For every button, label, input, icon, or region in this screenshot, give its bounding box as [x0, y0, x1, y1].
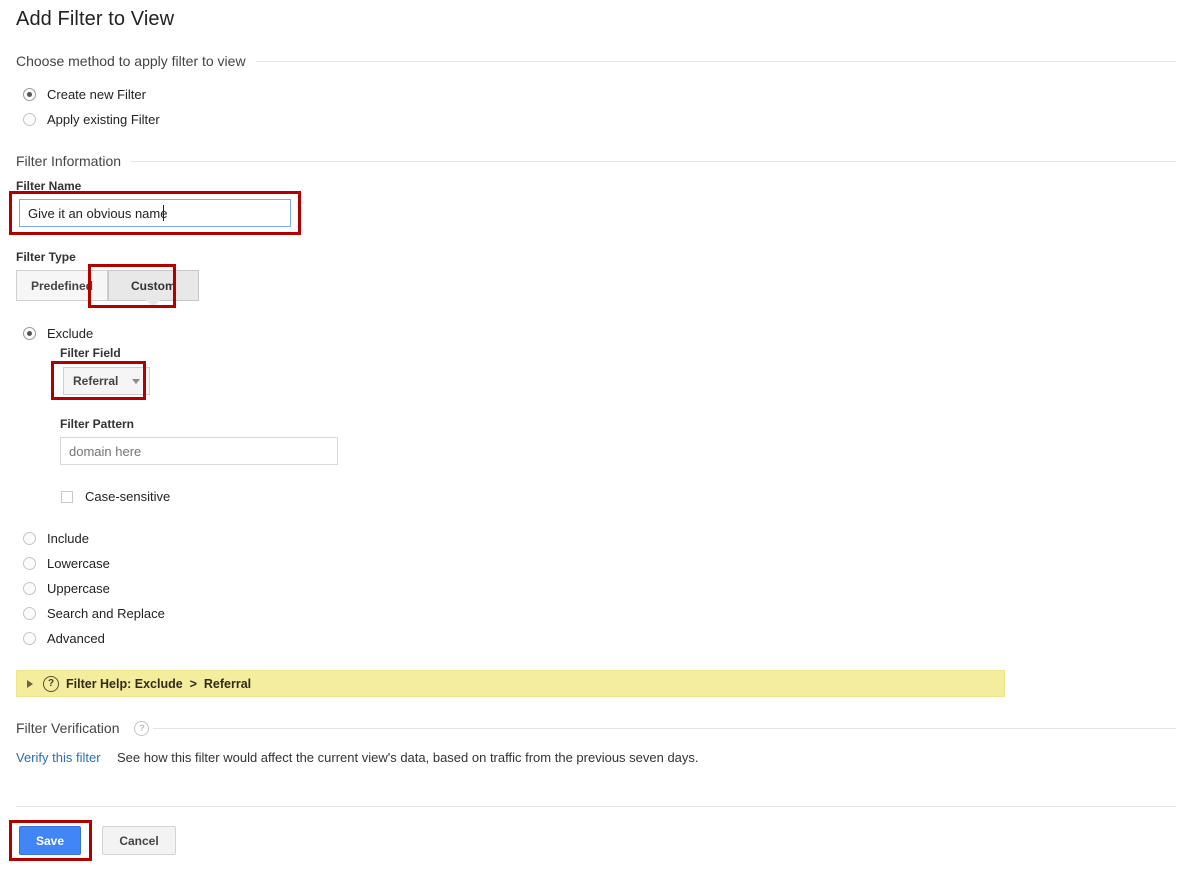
radio-lowercase[interactable]: Lowercase	[23, 554, 110, 572]
radio-search-and-replace-label: Search and Replace	[47, 605, 165, 621]
radio-create-new-filter[interactable]: Create new Filter	[23, 85, 146, 103]
radio-exclude[interactable]: Exclude	[23, 324, 93, 342]
section-divider	[255, 60, 1176, 62]
radio-lowercase-label: Lowercase	[47, 555, 110, 571]
filter-pattern-input[interactable]	[60, 437, 338, 465]
case-sensitive-label: Case-sensitive	[85, 489, 171, 504]
text-caret	[163, 205, 164, 221]
case-sensitive-checkbox-row[interactable]: Case-sensitive	[61, 489, 170, 504]
case-sensitive-checkbox[interactable]	[61, 490, 73, 503]
radio-uppercase[interactable]: Uppercase	[23, 579, 110, 597]
filter-help-text: Filter Help: Exclude > Referral	[66, 676, 252, 691]
tab-selected-pointer-icon	[146, 300, 161, 307]
section-divider	[153, 727, 1176, 729]
filter-pattern-label: Filter Pattern	[60, 417, 135, 431]
radio-apply-existing-filter[interactable]: Apply existing Filter	[23, 110, 160, 128]
add-filter-page: Add Filter to View Choose method to appl…	[0, 0, 1192, 886]
page-title: Add Filter to View	[16, 8, 175, 30]
footer-divider	[16, 806, 1176, 807]
verify-this-filter-link[interactable]: Verify this filter	[16, 750, 101, 765]
filter-type-tabs: Predefined Custom	[16, 270, 199, 307]
radio-advanced-label: Advanced	[47, 630, 105, 646]
question-mark-icon[interactable]: ?	[134, 720, 150, 736]
triangle-right-icon[interactable]	[27, 679, 33, 688]
cancel-button-label: Cancel	[119, 833, 159, 848]
tab-custom-label: Custom	[131, 278, 176, 293]
section-header-choose-method: Choose method to apply filter to view	[16, 53, 1176, 69]
radio-search-and-replace-indicator[interactable]	[23, 606, 36, 620]
filter-field-dropdown-value: Referral	[73, 374, 119, 388]
radio-create-new-filter-indicator[interactable]	[23, 87, 36, 101]
chevron-down-icon	[132, 378, 141, 384]
section-divider	[131, 160, 1176, 162]
tab-predefined[interactable]: Predefined	[16, 270, 109, 301]
radio-apply-existing-filter-label: Apply existing Filter	[47, 111, 160, 127]
section-header-filter-verification: Filter Verification ?	[16, 720, 1176, 736]
radio-lowercase-indicator[interactable]	[23, 556, 36, 570]
radio-apply-existing-filter-indicator[interactable]	[23, 112, 36, 126]
filter-name-input[interactable]	[19, 199, 291, 227]
radio-create-new-filter-label: Create new Filter	[47, 86, 146, 102]
section-header-filter-information-label: Filter Information	[16, 153, 122, 169]
radio-include-indicator[interactable]	[23, 531, 36, 545]
radio-search-and-replace[interactable]: Search and Replace	[23, 604, 165, 622]
radio-exclude-label: Exclude	[47, 325, 94, 341]
radio-uppercase-label: Uppercase	[47, 580, 110, 596]
section-header-filter-verification-label: Filter Verification	[16, 720, 120, 736]
filter-type-label: Filter Type	[16, 250, 76, 264]
verify-description: See how this filter would affect the cur…	[117, 750, 699, 765]
cancel-button[interactable]: Cancel	[102, 826, 176, 855]
question-mark-icon: ?	[43, 675, 59, 692]
save-button-label: Save	[35, 833, 65, 848]
section-header-filter-information: Filter Information	[16, 153, 1176, 169]
radio-include-label: Include	[47, 530, 89, 546]
radio-uppercase-indicator[interactable]	[23, 581, 36, 595]
radio-advanced[interactable]: Advanced	[23, 629, 105, 647]
filter-help-bar[interactable]: ? Filter Help: Exclude > Referral	[16, 670, 1005, 697]
tab-predefined-label: Predefined	[31, 278, 94, 293]
section-header-choose-method-label: Choose method to apply filter to view	[16, 53, 246, 69]
radio-advanced-indicator[interactable]	[23, 631, 36, 645]
filter-field-label: Filter Field	[60, 346, 121, 360]
radio-include[interactable]: Include	[23, 529, 89, 547]
filter-field-dropdown[interactable]: Referral	[63, 367, 151, 395]
radio-exclude-indicator[interactable]	[23, 326, 36, 340]
save-button[interactable]: Save	[19, 826, 81, 855]
tab-custom[interactable]: Custom	[108, 270, 199, 307]
filter-name-label: Filter Name	[16, 179, 82, 193]
